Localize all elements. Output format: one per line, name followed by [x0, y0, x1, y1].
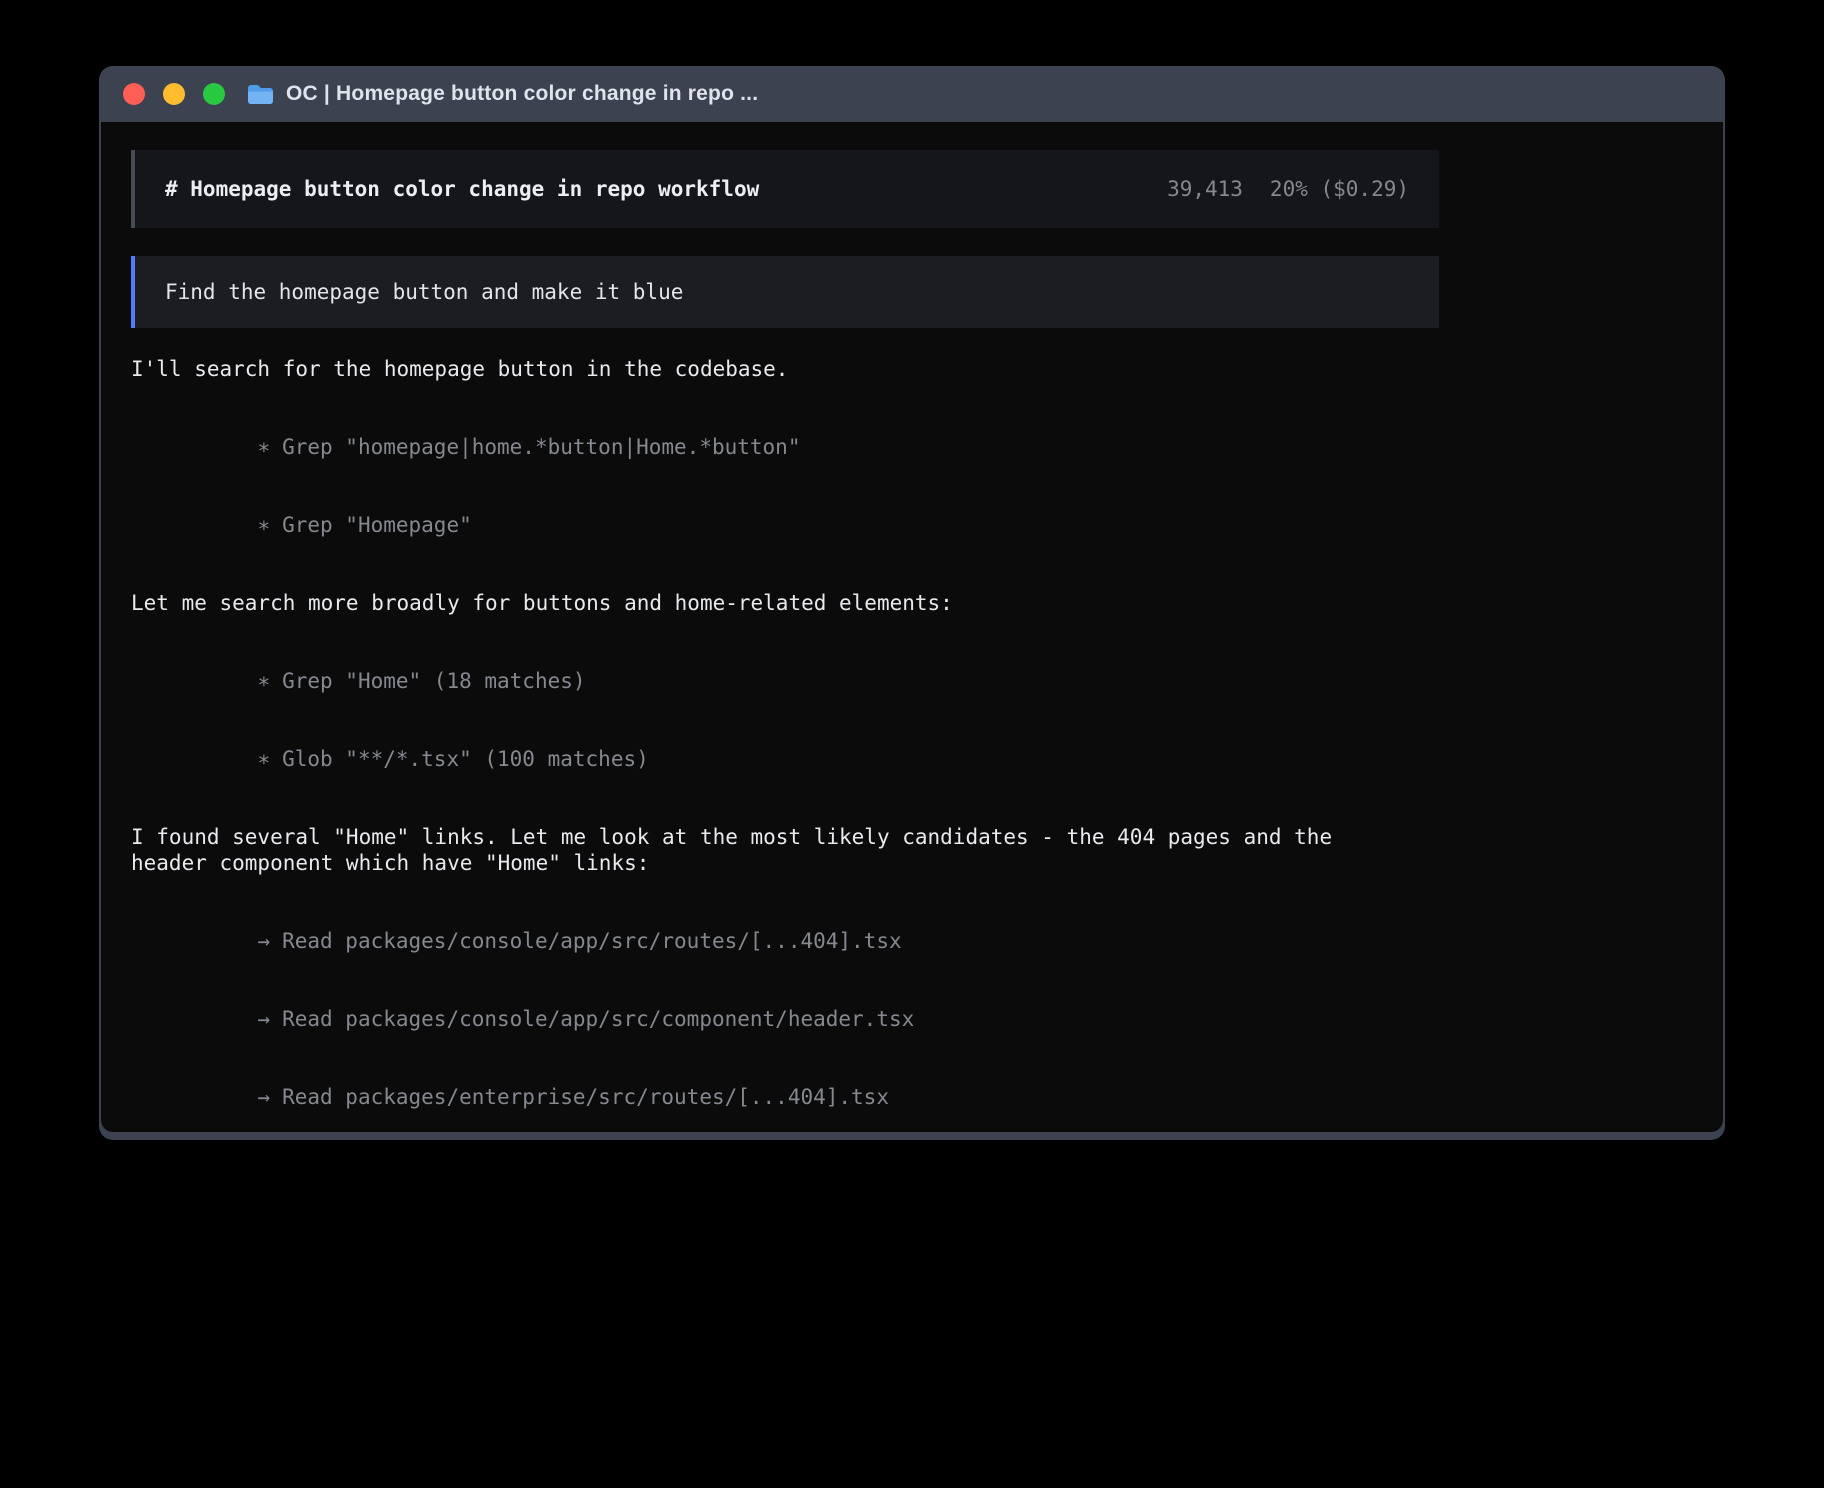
tool-call-label: Glob "**/*.tsx" (100 matches) [282, 747, 649, 771]
close-button[interactable] [123, 83, 145, 105]
user-message-text: Find the homepage button and make it blu… [165, 279, 683, 305]
assistant-text-broaden: Let me search more broadly for buttons a… [131, 590, 1439, 616]
context-usage: 20% ($0.29) [1270, 176, 1409, 202]
user-message: Find the homepage button and make it blu… [131, 256, 1439, 328]
tool-call-label: Read packages/console/app/src/component/… [282, 1007, 914, 1031]
zoom-button[interactable] [203, 83, 225, 105]
tool-call-grep[interactable]: ∗ Grep "Home" (18 matches) [131, 642, 1439, 720]
session-title: # Homepage button color change in repo w… [165, 176, 759, 202]
tool-call-group: ∗ Grep "Home" (18 matches) ∗ Glob "**/*.ts… [131, 642, 1439, 798]
tool-call-read[interactable]: → Read packages/console/app/src/component… [131, 980, 1439, 1058]
tool-call-label: Read packages/enterprise/src/routes/[...… [282, 1085, 889, 1109]
tool-call-group: ∗ Grep "homepage|home.*button|Home.*butto… [131, 408, 1439, 564]
terminal-body: # Homepage button color change in repo w… [101, 122, 1723, 1132]
tool-call-read[interactable]: → Read packages/console/app/src/routes/[.… [131, 902, 1439, 980]
asterisk-icon: ∗ [257, 746, 270, 772]
asterisk-icon: ∗ [257, 512, 270, 538]
assistant-text-intro: I'll search for the homepage button in t… [131, 356, 1439, 382]
traffic-lights [123, 83, 225, 105]
folder-icon [247, 83, 274, 105]
tool-call-label: Grep "Homepage" [282, 513, 472, 537]
tool-call-glob[interactable]: ∗ Glob "**/*.tsx" (100 matches) [131, 720, 1439, 798]
assistant-text-line: header component which have "Home" links… [131, 850, 1439, 876]
tool-call-label: Grep "Home" (18 matches) [282, 669, 585, 693]
asterisk-icon: ∗ [257, 434, 270, 460]
assistant-text-line: I found several "Home" links. Let me loo… [131, 824, 1439, 850]
tool-call-grep[interactable]: ∗ Grep "Homepage" [131, 486, 1439, 564]
tool-call-group: → Read packages/console/app/src/routes/[.… [131, 902, 1439, 1136]
arrow-right-icon: → [257, 928, 270, 954]
terminal-window: OC | Homepage button color change in rep… [99, 66, 1725, 1140]
titlebar[interactable]: OC | Homepage button color change in rep… [101, 66, 1723, 122]
tool-call-grep[interactable]: ∗ Grep "homepage|home.*button|Home.*butto… [131, 408, 1439, 486]
token-count: 39,413 [1167, 176, 1243, 202]
session-stats: 39,413 20% ($0.29) [1167, 176, 1409, 202]
assistant-text-found: I found several "Home" links. Let me loo… [131, 824, 1439, 876]
asterisk-icon: ∗ [257, 668, 270, 694]
minimize-button[interactable] [163, 83, 185, 105]
tool-call-read[interactable]: → Read packages/enterprise/src/routes/[..… [131, 1058, 1439, 1136]
arrow-right-icon: → [257, 1084, 270, 1110]
session-header: # Homepage button color change in repo w… [131, 150, 1439, 228]
window-title: OC | Homepage button color change in rep… [286, 82, 758, 106]
tool-call-label: Grep "homepage|home.*button|Home.*button… [282, 435, 800, 459]
tool-call-label: Read packages/console/app/src/routes/[..… [282, 929, 902, 953]
arrow-right-icon: → [257, 1006, 270, 1032]
